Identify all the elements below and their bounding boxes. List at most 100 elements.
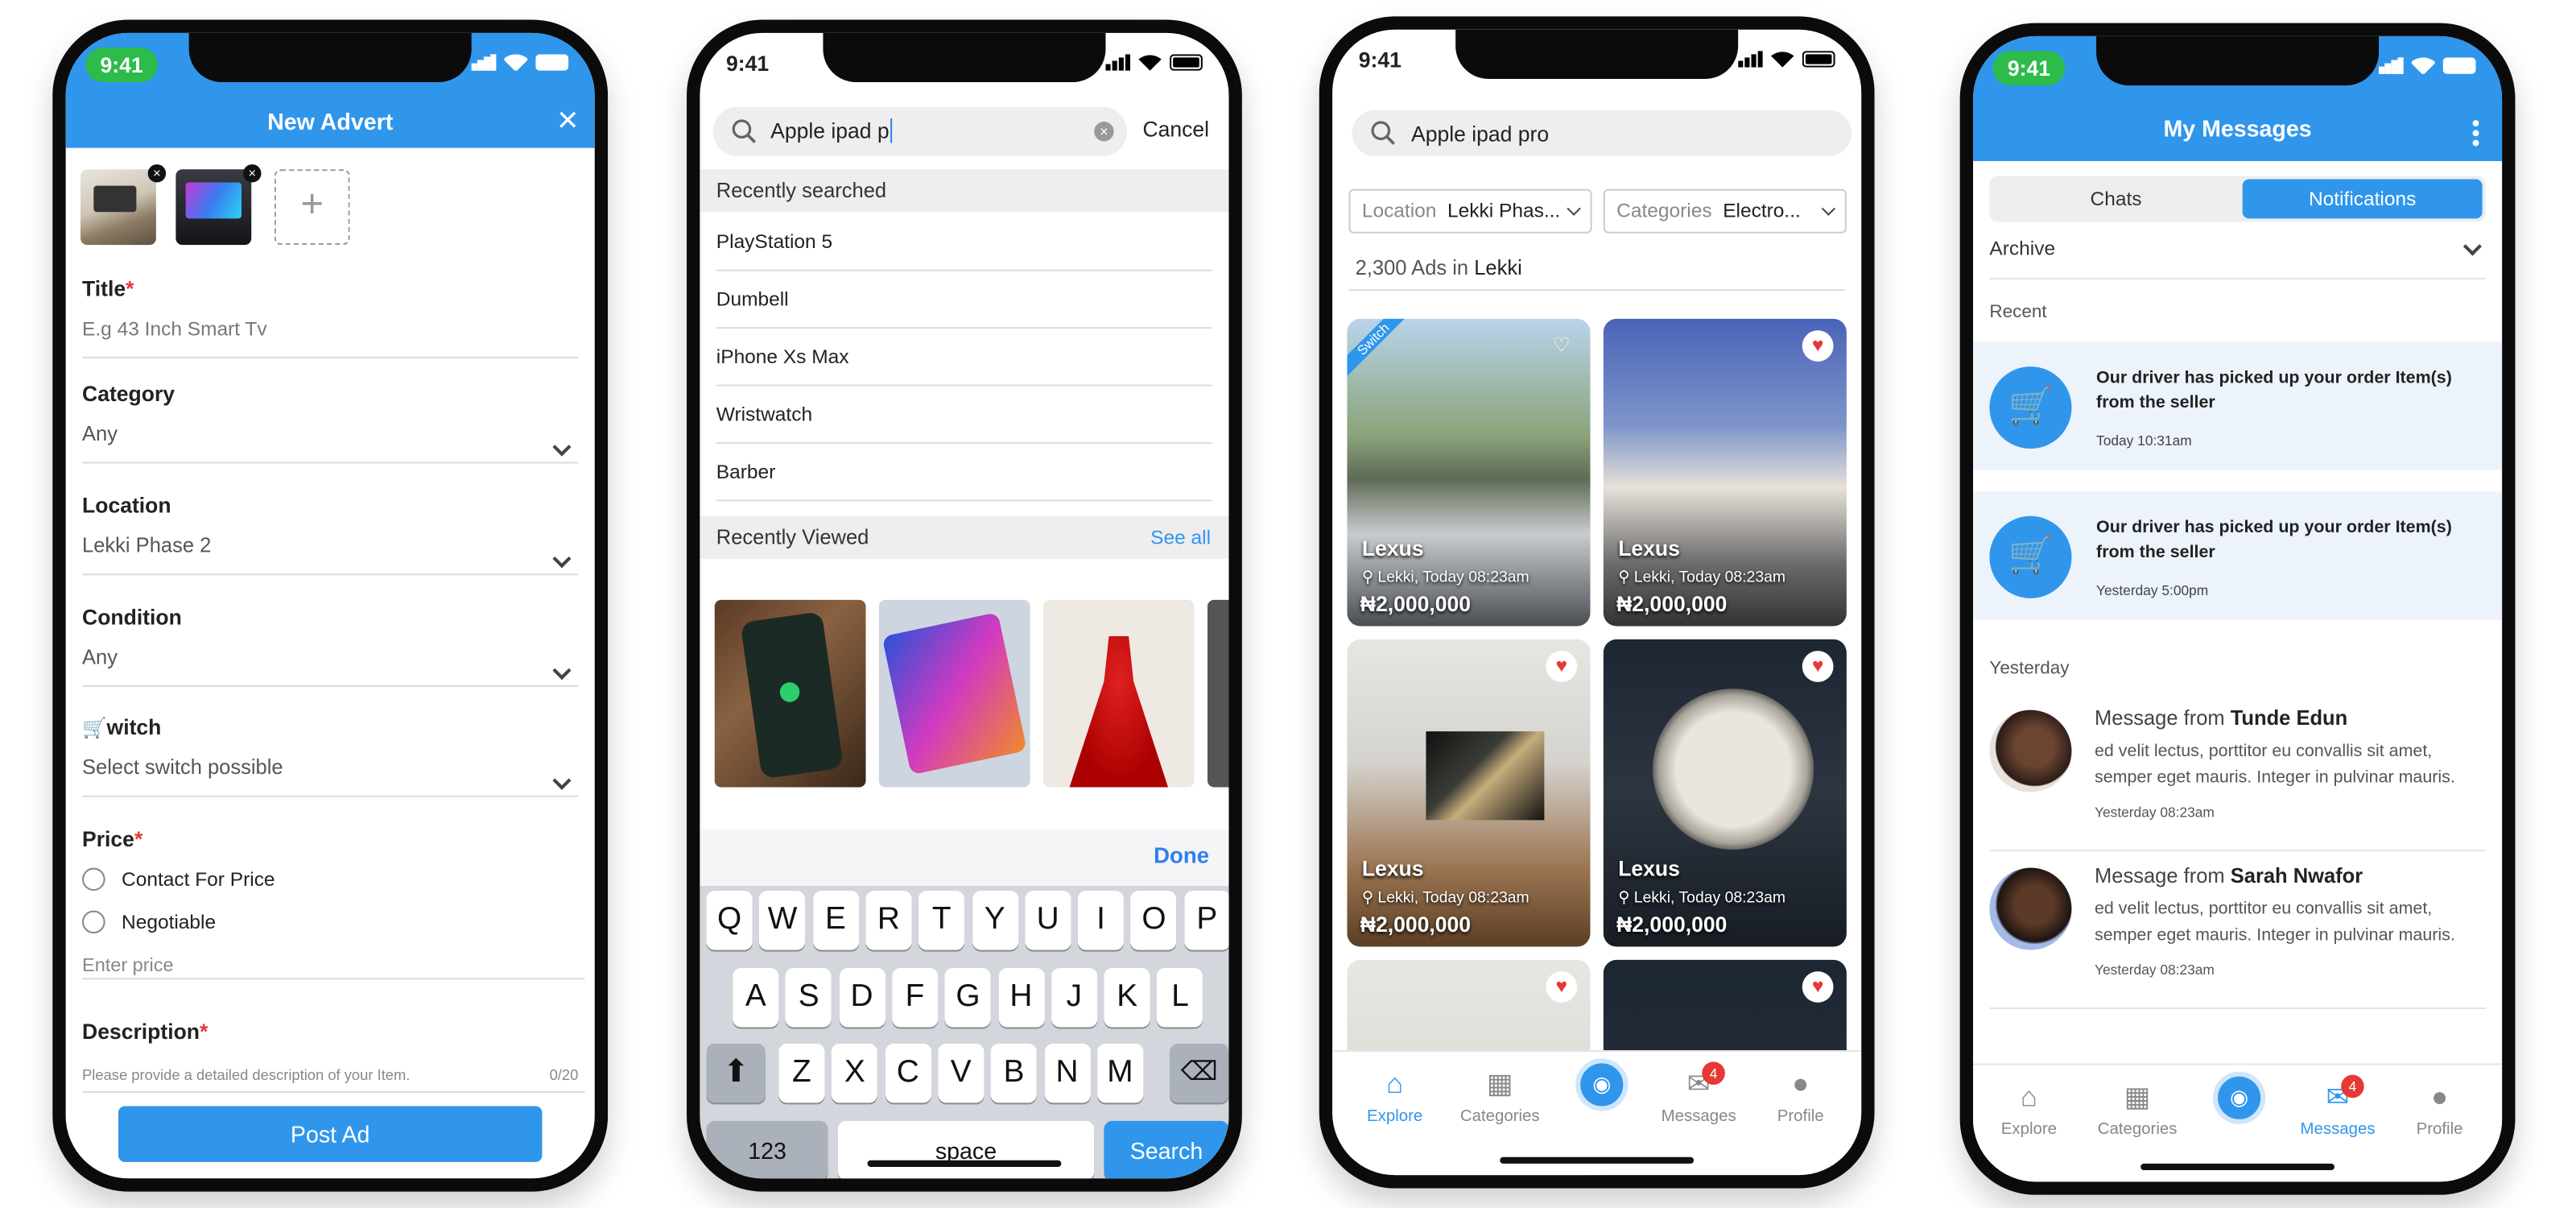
- category-filter[interactable]: Categories Electro...: [1603, 188, 1847, 234]
- key-v[interactable]: V: [938, 1043, 985, 1103]
- tab-explore[interactable]: ⌂ Explore: [1345, 1069, 1443, 1126]
- key-e[interactable]: E: [812, 891, 859, 950]
- tab-chats[interactable]: Chats: [1992, 179, 2239, 218]
- key-n[interactable]: N: [1043, 1043, 1091, 1103]
- notification-item[interactable]: 🛒 Our driver has picked up your order It…: [1973, 491, 2503, 620]
- heart-icon[interactable]: ♥: [1802, 971, 1834, 1003]
- notification-item[interactable]: 🛒 Our driver has picked up your order It…: [1973, 341, 2503, 470]
- location-select[interactable]: Location Lekki Phase 2: [82, 493, 579, 576]
- key-h[interactable]: H: [997, 968, 1044, 1028]
- remove-photo-icon[interactable]: ×: [147, 164, 167, 183]
- ad-card[interactable]: Switch ♡ Lexus ⚲ Lekki, Today 08:23am ₦2…: [1347, 318, 1591, 627]
- tab-categories[interactable]: ▦ Categories: [2088, 1082, 2186, 1139]
- key-c[interactable]: C: [885, 1043, 931, 1103]
- viewed-item-dress[interactable]: [1042, 599, 1195, 788]
- condition-select[interactable]: Condition Any: [82, 605, 579, 688]
- camera-button[interactable]: ◉: [1575, 1058, 1629, 1111]
- key-x[interactable]: X: [832, 1043, 878, 1103]
- more-icon[interactable]: [2472, 118, 2479, 148]
- recent-search-item[interactable]: Dumbell: [716, 271, 1213, 329]
- heart-icon[interactable]: ♥: [1546, 971, 1578, 1003]
- tab-notifications[interactable]: Notifications: [2242, 179, 2483, 219]
- price-input[interactable]: Enter price: [82, 957, 578, 976]
- key-o[interactable]: O: [1130, 891, 1178, 950]
- location-filter[interactable]: Location Lekki Phas...: [1348, 188, 1592, 234]
- cart-icon: 🛒: [1989, 515, 2072, 598]
- space-key[interactable]: space: [837, 1120, 1095, 1179]
- ad-card[interactable]: ♥ Lexus ⚲ Lekki, Today 08:23am ₦2,000,00…: [1603, 639, 1847, 947]
- radio-circle[interactable]: [82, 867, 105, 892]
- key-j[interactable]: J: [1051, 968, 1097, 1028]
- tab-categories[interactable]: ▦ Categories: [1451, 1069, 1549, 1126]
- close-icon[interactable]: ×: [557, 101, 578, 139]
- post-ad-button[interactable]: Post Ad: [118, 1106, 543, 1162]
- ad-card[interactable]: ♥ Lexus ⚲ Lekki, Today 08:23am ₦2,000,00…: [1603, 318, 1847, 627]
- key-m[interactable]: M: [1096, 1043, 1143, 1103]
- photo-thumb-desk[interactable]: [80, 169, 156, 246]
- search-key[interactable]: Search: [1104, 1120, 1229, 1179]
- key-g[interactable]: G: [944, 968, 991, 1028]
- key-d[interactable]: D: [839, 968, 886, 1028]
- switch-select[interactable]: 🛒witch Select switch possible: [82, 715, 579, 797]
- viewed-item-partial[interactable]: [1207, 599, 1229, 788]
- key-a[interactable]: A: [733, 968, 779, 1028]
- radio-contact-for-price[interactable]: Contact For Price: [82, 867, 578, 892]
- title-field[interactable]: Title* E.g 43 Inch Smart Tv: [82, 276, 579, 358]
- description-placeholder: Please provide a detailed description of…: [82, 1066, 411, 1083]
- cancel-button[interactable]: Cancel: [1142, 117, 1209, 142]
- ad-title: Lexus: [1618, 856, 1680, 881]
- heart-icon[interactable]: ♥: [1802, 651, 1834, 682]
- key-k[interactable]: K: [1104, 968, 1150, 1028]
- heart-icon[interactable]: ♥: [1546, 651, 1578, 682]
- recent-search-item[interactable]: PlayStation 5: [716, 213, 1213, 271]
- search-input[interactable]: Apple ipad p ×: [712, 106, 1127, 156]
- remove-photo-icon[interactable]: ×: [243, 164, 262, 183]
- key-r[interactable]: R: [865, 891, 912, 950]
- tab-messages[interactable]: ✉ Messages 4: [2289, 1074, 2387, 1139]
- message-item[interactable]: Message from Sarah Nwafor ed velit lectu…: [1989, 851, 2486, 1010]
- key-s[interactable]: S: [786, 968, 832, 1028]
- key-y[interactable]: Y: [972, 891, 1018, 950]
- heart-icon[interactable]: ♥: [1802, 330, 1834, 362]
- status-icons: [1738, 51, 1838, 68]
- viewed-item-phone[interactable]: [714, 599, 866, 788]
- backspace-key[interactable]: ⌫: [1170, 1043, 1229, 1103]
- viewed-item-ipad[interactable]: [878, 599, 1030, 788]
- clear-icon[interactable]: ×: [1094, 122, 1114, 142]
- page-title: My Messages: [2163, 114, 2312, 142]
- key-i[interactable]: I: [1077, 891, 1125, 950]
- key-u[interactable]: U: [1025, 891, 1071, 950]
- archive-dropdown[interactable]: Archive: [1989, 237, 2486, 279]
- key-p[interactable]: P: [1183, 891, 1229, 950]
- add-photo-button[interactable]: +: [274, 169, 350, 246]
- category-select[interactable]: Category Any: [82, 381, 579, 464]
- search-input[interactable]: Apple ipad pro: [1352, 110, 1852, 156]
- radio-circle[interactable]: [82, 910, 105, 934]
- camera-button[interactable]: ◉: [2212, 1071, 2266, 1124]
- key-t[interactable]: T: [919, 891, 965, 950]
- key-w[interactable]: W: [759, 891, 806, 950]
- recent-search-item[interactable]: Barber: [716, 444, 1213, 502]
- key-b[interactable]: B: [990, 1043, 1038, 1103]
- photo-thumb-monitor[interactable]: [175, 169, 252, 246]
- tab-messages[interactable]: ✉ Messages 4: [1649, 1061, 1748, 1126]
- see-all-link[interactable]: See all: [1150, 516, 1211, 559]
- tab-explore[interactable]: ⌂ Explore: [1979, 1082, 2078, 1139]
- description-field[interactable]: Description* Please provide a detailed d…: [82, 1019, 585, 1101]
- shift-key[interactable]: ⬆: [706, 1043, 766, 1103]
- ad-card[interactable]: ♥ Lexus ⚲ Lekki, Today 08:23am ₦2,000,00…: [1347, 639, 1591, 947]
- status-icons: [471, 54, 572, 71]
- numbers-key[interactable]: 123: [706, 1120, 828, 1179]
- recent-search-item[interactable]: Wristwatch: [716, 387, 1213, 445]
- tab-profile[interactable]: ● Profile: [1751, 1069, 1849, 1126]
- tab-profile[interactable]: ● Profile: [2390, 1082, 2488, 1139]
- key-f[interactable]: F: [891, 968, 939, 1028]
- message-item[interactable]: Message from Tunde Edun ed velit lectus,…: [1989, 693, 2486, 852]
- key-q[interactable]: Q: [706, 891, 753, 950]
- key-z[interactable]: Z: [778, 1043, 825, 1103]
- radio-negotiable[interactable]: Negotiable: [82, 910, 578, 934]
- done-button[interactable]: Done: [700, 829, 1229, 886]
- heart-icon[interactable]: ♡: [1546, 330, 1577, 362]
- recent-search-item[interactable]: iPhone Xs Max: [716, 329, 1213, 387]
- key-l[interactable]: L: [1157, 968, 1203, 1028]
